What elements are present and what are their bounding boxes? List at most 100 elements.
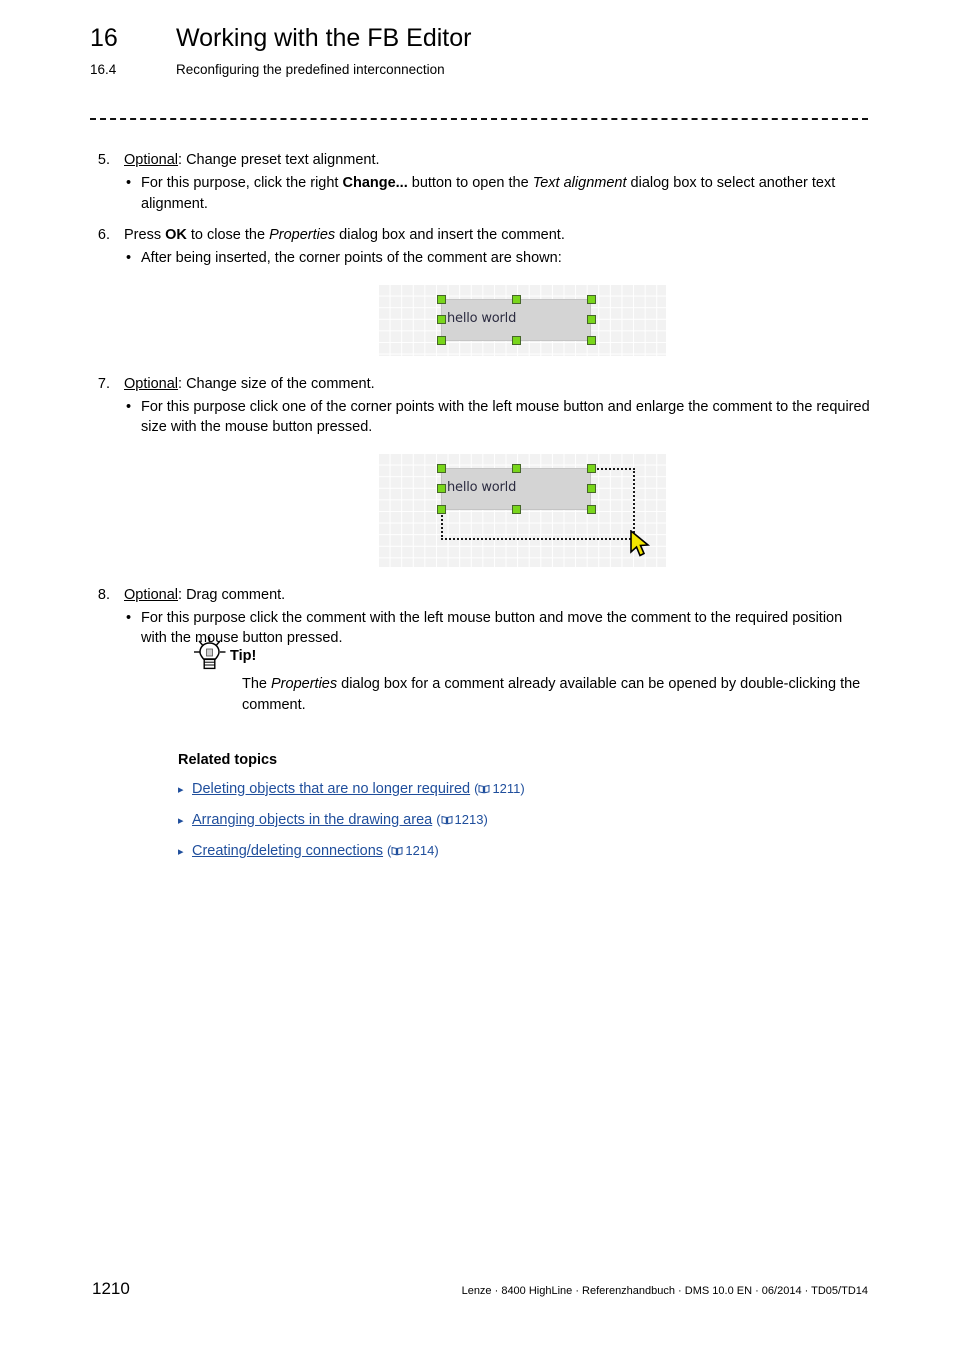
chapter-title: Working with the FB Editor bbox=[176, 24, 472, 52]
bullet-dot-icon: • bbox=[126, 175, 132, 191]
step-lead-underlined: Optional bbox=[124, 152, 179, 168]
related-topic-page-number: 1213 bbox=[454, 812, 484, 827]
step-lead-rest: : Change preset text alignment. bbox=[178, 152, 380, 168]
triangle-bullet-icon: ▸ bbox=[178, 846, 184, 858]
handle-bottom-left bbox=[437, 335, 446, 345]
handle-middle-left bbox=[437, 314, 446, 324]
step-number: 8. bbox=[97, 586, 110, 603]
step-lead-rest: : Change size of the comment. bbox=[178, 375, 375, 392]
bullet-part-1: For this purpose, click the right bbox=[141, 175, 343, 191]
step-item: 6. Press OK to close the Properties dial… bbox=[90, 225, 870, 269]
step-item: 7. Optional: Change size of the comment.… bbox=[90, 374, 870, 438]
triangle-bullet-icon: ▸ bbox=[178, 815, 184, 827]
step-number: 6. bbox=[97, 227, 110, 243]
bullet-bold-change: Change... bbox=[342, 175, 408, 191]
figure-comment-resizing: hello world bbox=[90, 453, 870, 567]
step-body: Press OK to close the Properties dialog … bbox=[124, 225, 870, 269]
step-part-1: Press bbox=[124, 227, 166, 243]
page-content: 5. Optional: Change preset text alignmen… bbox=[90, 150, 870, 649]
tip-body-text: The Properties dialog box for a comment … bbox=[242, 674, 880, 715]
step-bold-ok: OK bbox=[165, 227, 187, 243]
document-page: 16 Working with the FB Editor 16.4 Recon… bbox=[0, 0, 954, 1350]
footer-page-number: 1210 bbox=[92, 1279, 130, 1298]
related-topics-section: Related topics ▸ Deleting objects that a… bbox=[178, 752, 878, 861]
figure-comment-inserted: hello world bbox=[90, 284, 870, 356]
bullet-text: For this purpose click one of the corner… bbox=[141, 398, 870, 436]
step-body: Optional: Change preset text alignment. … bbox=[124, 150, 870, 214]
header-divider bbox=[90, 118, 868, 120]
chapter-number: 16 bbox=[90, 24, 118, 52]
related-topic-link[interactable]: Creating/deleting connections bbox=[192, 843, 383, 859]
step-item: 5. Optional: Change preset text alignmen… bbox=[90, 150, 870, 214]
related-topic-page-ref: (1214) bbox=[387, 843, 439, 859]
triangle-bullet-icon: ▸ bbox=[178, 784, 184, 796]
step-part-2: to close the bbox=[186, 227, 270, 243]
bullet-dot-icon: • bbox=[126, 398, 132, 415]
handle-bottom-right bbox=[587, 335, 596, 345]
step-italic-properties: Properties bbox=[269, 227, 336, 243]
related-topic-page-number: 1214 bbox=[405, 843, 435, 858]
book-icon bbox=[478, 782, 490, 797]
handle-bottom-left bbox=[437, 504, 446, 514]
page-header: 16 Working with the FB Editor 16.4 Recon… bbox=[90, 24, 870, 77]
related-topic-row[interactable]: ▸ Creating/deleting connections (1214) bbox=[178, 843, 878, 861]
related-topic-link[interactable]: Arranging objects in the drawing area bbox=[192, 812, 432, 828]
bullet-item: • For this purpose, click the right Chan… bbox=[124, 173, 870, 214]
tip-label: Tip! bbox=[230, 648, 257, 664]
step-part-3: dialog box and insert the comment. bbox=[335, 227, 565, 243]
bullet-part-2: button to open the bbox=[407, 175, 533, 191]
figure1-grid-canvas: hello world bbox=[379, 284, 666, 356]
handle-top-center bbox=[512, 463, 521, 473]
related-topic-page-ref: (1213) bbox=[436, 812, 488, 827]
step-bullet-list: • For this purpose click one of the corn… bbox=[124, 397, 870, 438]
tip-block: Tip! The Properties dialog box for a com… bbox=[190, 636, 880, 715]
footer-meta-text: Lenze · 8400 HighLine · Referenzhandbuch… bbox=[461, 1285, 868, 1297]
section-number: 16.4 bbox=[90, 62, 117, 77]
section-title: Reconfiguring the predefined interconnec… bbox=[176, 62, 445, 77]
step-body: Optional: Change size of the comment. • … bbox=[124, 374, 870, 438]
handle-top-left bbox=[437, 294, 446, 304]
step-bullet-list: • For this purpose, click the right Chan… bbox=[124, 173, 870, 214]
step-lead-line: Optional: Change size of the comment. bbox=[124, 374, 870, 394]
step-lead-line: Optional: Change preset text alignment. bbox=[124, 150, 870, 170]
figure2-grid-canvas: hello world bbox=[379, 453, 666, 567]
related-topic-page-number: 1211 bbox=[492, 781, 521, 796]
book-icon bbox=[391, 844, 403, 859]
bullet-dot-icon: • bbox=[126, 609, 132, 626]
header-chapter-row: 16 Working with the FB Editor bbox=[90, 24, 870, 53]
handle-top-center bbox=[512, 294, 521, 304]
bullet-item: • For this purpose click one of the corn… bbox=[124, 397, 870, 438]
step-number: 5. bbox=[97, 152, 110, 168]
related-topic-row[interactable]: ▸ Deleting objects that are no longer re… bbox=[178, 781, 878, 799]
step-lead-underlined: Optional bbox=[124, 375, 179, 392]
step-lead-line: Press OK to close the Properties dialog … bbox=[124, 225, 870, 245]
related-topic-page-ref: (1211) bbox=[474, 781, 525, 797]
handle-bottom-right bbox=[587, 504, 596, 514]
handle-top-left bbox=[437, 463, 446, 473]
bullet-italic-dialog: Text alignment bbox=[532, 175, 627, 191]
step-lead-line: Optional: Drag comment. bbox=[124, 585, 870, 605]
handle-middle-left bbox=[437, 483, 446, 493]
handle-middle-right bbox=[587, 483, 596, 493]
handle-top-right bbox=[587, 294, 596, 304]
related-topic-row[interactable]: ▸ Arranging objects in the drawing area … bbox=[178, 812, 878, 830]
lightbulb-icon bbox=[190, 636, 230, 670]
bullet-item: • After being inserted, the corner point… bbox=[124, 248, 870, 269]
tip-header: Tip! bbox=[190, 636, 880, 670]
bullet-text: For this purpose, click the right Change… bbox=[141, 173, 870, 214]
handle-bottom-center bbox=[512, 335, 521, 345]
bullet-text: After being inserted, the corner points … bbox=[141, 250, 562, 266]
figure1-comment-text: hello world bbox=[447, 310, 517, 326]
mouse-cursor-icon bbox=[629, 528, 651, 558]
tip-part-1: The bbox=[242, 676, 272, 692]
figure2-comment-text: hello world bbox=[447, 479, 517, 495]
handle-middle-right bbox=[587, 314, 596, 324]
header-section-row: 16.4 Reconfiguring the predefined interc… bbox=[90, 62, 870, 77]
step-lead-underlined: Optional bbox=[124, 586, 179, 603]
related-topics-title: Related topics bbox=[178, 752, 278, 768]
handle-bottom-center bbox=[512, 504, 521, 514]
step-lead-rest: : Drag comment. bbox=[178, 586, 286, 603]
tip-italic-properties: Properties bbox=[271, 676, 338, 692]
handle-top-right bbox=[587, 463, 596, 473]
related-topic-link[interactable]: Deleting objects that are no longer requ… bbox=[192, 781, 470, 797]
